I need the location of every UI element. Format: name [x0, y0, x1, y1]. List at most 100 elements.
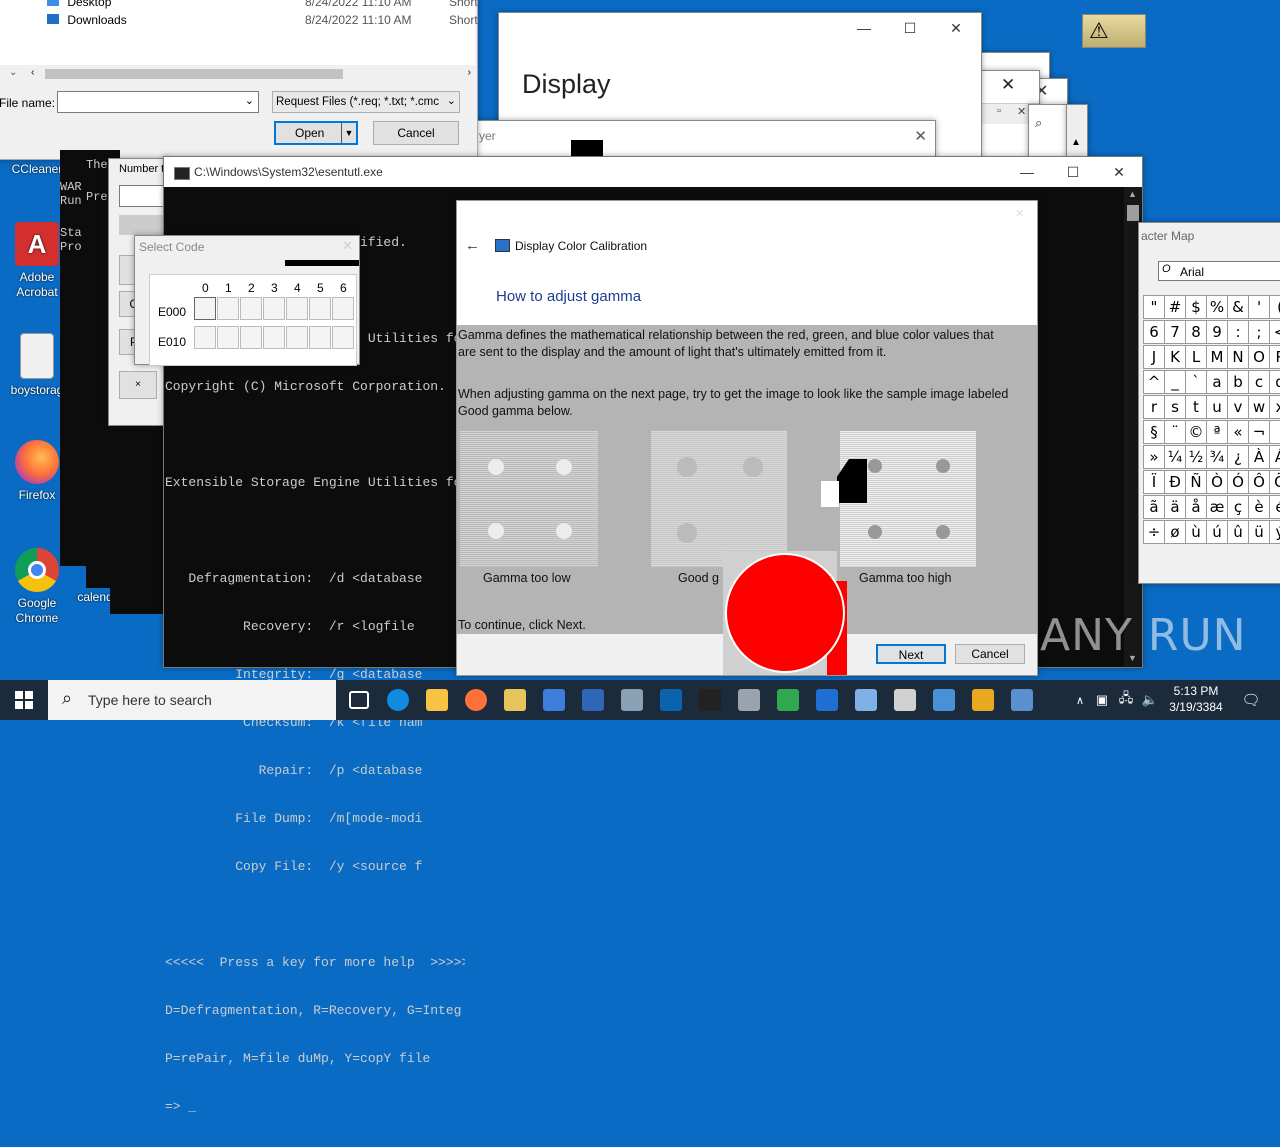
- back-arrow-icon[interactable]: ←: [465, 237, 480, 254]
- character-cell[interactable]: Ï: [1143, 470, 1165, 494]
- terminal-icon[interactable]: [691, 680, 729, 720]
- character-cell[interactable]: _: [1164, 370, 1186, 394]
- code-cell[interactable]: [309, 297, 331, 320]
- character-cell[interactable]: æ: [1206, 495, 1228, 519]
- character-cell[interactable]: a: [1206, 370, 1228, 394]
- list-item[interactable]: Desktop 8/24/2022 11:10 AM Short: [47, 0, 478, 11]
- character-cell[interactable]: À: [1248, 445, 1270, 469]
- character-cell[interactable]: 9: [1206, 320, 1228, 344]
- character-cell[interactable]: K: [1164, 345, 1186, 369]
- file-open-dialog[interactable]: Desktop 8/24/2022 11:10 AM Short Downloa…: [0, 0, 478, 160]
- scrollbar-thumb[interactable]: [45, 69, 343, 79]
- character-cell[interactable]: r: [1143, 395, 1165, 419]
- monitor-icon[interactable]: [925, 680, 963, 720]
- code-cell[interactable]: [263, 326, 285, 349]
- character-cell[interactable]: ­: [1269, 420, 1280, 444]
- character-cell[interactable]: ": [1143, 295, 1165, 319]
- character-cell[interactable]: ©: [1185, 420, 1207, 444]
- character-cell[interactable]: ù: [1185, 520, 1207, 544]
- character-cell[interactable]: Ð: [1164, 470, 1186, 494]
- character-cell[interactable]: M: [1206, 345, 1228, 369]
- code-cell[interactable]: [240, 326, 262, 349]
- chevron-up-icon[interactable]: ∧: [1070, 680, 1090, 720]
- clock[interactable]: 5:13 PM 3/19/3384: [1164, 683, 1228, 715]
- display-color-calibration-window[interactable]: ✕ ← Display Color Calibration How to adj…: [456, 200, 1038, 676]
- character-cell[interactable]: `: [1185, 370, 1207, 394]
- character-cell[interactable]: x: [1269, 395, 1280, 419]
- character-cell[interactable]: ø: [1164, 520, 1186, 544]
- chevron-down-icon[interactable]: ⌄: [446, 94, 456, 107]
- split-arrow-icon[interactable]: ▼: [341, 123, 356, 143]
- window2-icon[interactable]: [574, 680, 612, 720]
- character-cell[interactable]: $: [1185, 295, 1207, 319]
- tool-icon[interactable]: [613, 680, 651, 720]
- cancel-button[interactable]: Cancel: [373, 121, 459, 145]
- horizontal-scrollbar[interactable]: ‹ ›: [29, 67, 473, 81]
- character-cell[interactable]: 8: [1185, 320, 1207, 344]
- character-cell[interactable]: P: [1269, 345, 1280, 369]
- edge-icon[interactable]: [379, 680, 417, 720]
- character-cell[interactable]: ¼: [1164, 445, 1186, 469]
- character-cell[interactable]: s: [1164, 395, 1186, 419]
- character-cell[interactable]: #: [1164, 295, 1186, 319]
- firefox-icon[interactable]: [457, 680, 495, 720]
- code-cell[interactable]: [286, 326, 308, 349]
- network-icon[interactable]: ▣: [1092, 680, 1112, 720]
- character-cell[interactable]: v: [1227, 395, 1249, 419]
- character-cell[interactable]: ^: [1143, 370, 1165, 394]
- character-cell[interactable]: b: [1227, 370, 1249, 394]
- scroll-left-icon[interactable]: ‹: [31, 67, 34, 78]
- key-icon[interactable]: [964, 680, 1002, 720]
- character-cell[interactable]: ¾: [1206, 445, 1228, 469]
- code-cell[interactable]: [286, 297, 308, 320]
- code-cell[interactable]: [332, 326, 354, 349]
- code-cell[interactable]: [217, 326, 239, 349]
- character-cell[interactable]: ü: [1248, 520, 1270, 544]
- character-cell[interactable]: ª: [1206, 420, 1228, 444]
- cancel-button[interactable]: Cancel: [955, 644, 1025, 664]
- search-box[interactable]: ⌕ Type here to search: [48, 680, 336, 720]
- character-cell[interactable]: 6: [1143, 320, 1165, 344]
- character-cell[interactable]: ': [1248, 295, 1270, 319]
- character-cell[interactable]: c: [1248, 370, 1270, 394]
- scroll-right-icon[interactable]: ›: [468, 67, 471, 78]
- control-panel-icon[interactable]: [1003, 680, 1041, 720]
- close-icon[interactable]: ✕: [1015, 207, 1024, 220]
- character-cell[interactable]: %: [1206, 295, 1228, 319]
- chevron-down-icon[interactable]: ⌄: [245, 94, 254, 107]
- app-icon[interactable]: [847, 680, 885, 720]
- character-cell[interactable]: ÷: [1143, 520, 1165, 544]
- scrollbar-thumb[interactable]: [1127, 205, 1139, 221]
- character-cell[interactable]: ã: [1143, 495, 1165, 519]
- next-button[interactable]: Next: [876, 644, 946, 664]
- character-cell[interactable]: «: [1227, 420, 1249, 444]
- character-cell[interactable]: ¨: [1164, 420, 1186, 444]
- keys-icon[interactable]: [496, 680, 534, 720]
- scanner-icon[interactable]: [730, 680, 768, 720]
- background-window-4[interactable]: ⌕: [1028, 104, 1068, 160]
- character-cell[interactable]: ½: [1185, 445, 1207, 469]
- warning-sign-icon[interactable]: ⚠: [1082, 14, 1146, 48]
- character-cell[interactable]: ú: [1206, 520, 1228, 544]
- character-cell[interactable]: N: [1227, 345, 1249, 369]
- character-cell[interactable]: J: [1143, 345, 1165, 369]
- character-cell[interactable]: u: [1206, 395, 1228, 419]
- puzzle-icon[interactable]: [769, 680, 807, 720]
- task-view-icon[interactable]: [340, 680, 378, 720]
- code-cell[interactable]: [332, 297, 354, 320]
- close-icon[interactable]: ✕: [1017, 105, 1026, 118]
- character-cell[interactable]: ä: [1164, 495, 1186, 519]
- character-cell[interactable]: ç: [1227, 495, 1249, 519]
- close-icon[interactable]: ✕: [933, 13, 979, 43]
- character-cell[interactable]: è: [1248, 495, 1270, 519]
- code-cell[interactable]: [194, 297, 216, 320]
- character-cell[interactable]: &: [1227, 295, 1249, 319]
- character-cell[interactable]: Ô: [1248, 470, 1270, 494]
- character-cell[interactable]: §: [1143, 420, 1165, 444]
- character-cell[interactable]: »: [1143, 445, 1165, 469]
- close-icon[interactable]: ✕: [342, 238, 353, 254]
- restore-icon[interactable]: ▫: [997, 105, 1001, 117]
- character-cell[interactable]: O: [1248, 345, 1270, 369]
- volume-icon[interactable]: 🔈: [1140, 680, 1160, 720]
- ethernet-icon[interactable]: 🖧: [1116, 680, 1136, 720]
